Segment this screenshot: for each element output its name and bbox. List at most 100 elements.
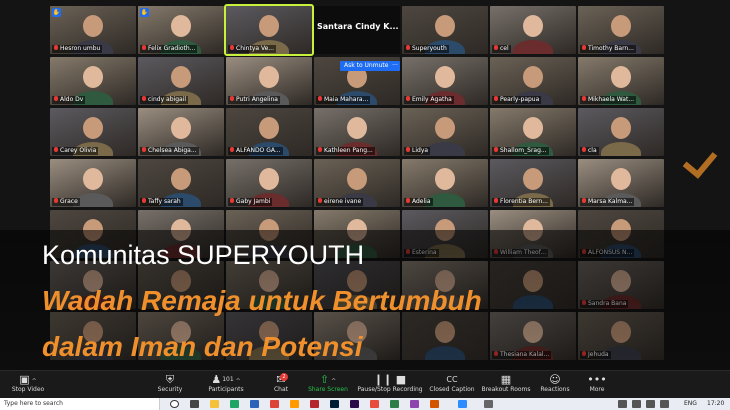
battery-icon[interactable] — [646, 400, 655, 408]
participant-tile[interactable]: Kathleen Pang... — [314, 108, 400, 156]
participant-tile[interactable]: Aldo Dv — [50, 57, 136, 105]
participant-tile[interactable]: eirene ivane — [314, 159, 400, 207]
caption-subtitle-line2: dalam Iman dan Potensi — [42, 331, 363, 362]
muted-mic-icon — [230, 147, 234, 152]
app-icon[interactable] — [370, 400, 379, 408]
muted-mic-icon — [582, 45, 586, 50]
pause-icon: ❙❙ ■ — [373, 373, 407, 386]
participant-video — [83, 15, 103, 37]
zoom-app-icon[interactable] — [458, 400, 467, 408]
participant-tile[interactable]: Putri Angelina — [226, 57, 312, 105]
security-button[interactable]: ⛨ Security — [158, 373, 183, 398]
participant-tile[interactable]: Pearly-papua — [490, 57, 576, 105]
participant-tile[interactable]: cindy abigail — [138, 57, 224, 105]
grid-icon: ▦ — [500, 373, 512, 386]
participant-name-label: cindy abigail — [140, 96, 189, 104]
participant-video — [259, 15, 279, 37]
chrome-icon[interactable] — [270, 400, 279, 408]
participant-tile[interactable]: Superyouth — [402, 6, 488, 54]
participant-video — [523, 168, 543, 190]
file-explorer-icon[interactable] — [210, 400, 219, 408]
closed-caption-button[interactable]: CC Closed Caption — [429, 373, 474, 398]
reactions-button[interactable]: ☺ Reactions — [540, 373, 569, 398]
participant-video — [259, 168, 279, 190]
more-button[interactable]: ••• More — [587, 373, 606, 398]
participant-name: Taffy sarah — [148, 198, 181, 205]
participant-tile[interactable]: Carey Olivia — [50, 108, 136, 156]
participant-tile[interactable]: Mikhaela Wat... — [578, 57, 664, 105]
acrobat-icon[interactable] — [310, 400, 319, 408]
participant-name: cla — [588, 147, 597, 154]
participant-name-label: Grace — [52, 198, 80, 206]
participant-name-label: Carey Olivia — [52, 147, 99, 155]
participant-tile[interactable]: Grace — [50, 159, 136, 207]
illustrator-icon[interactable] — [290, 400, 299, 408]
app-icon[interactable] — [410, 400, 419, 408]
participant-tile[interactable]: Shallom_Srag... — [490, 108, 576, 156]
participant-name: Mikhaela Wat... — [588, 96, 635, 103]
participant-tile[interactable]: Marsa Kalma... — [578, 159, 664, 207]
raised-hand-icon: ✋ — [52, 8, 61, 17]
participant-name: Aldo Dv — [60, 96, 84, 103]
participant-name: Chintya Ve... — [236, 45, 275, 52]
muted-mic-icon — [494, 147, 498, 152]
participant-tile[interactable]: Emily Agatha — [402, 57, 488, 105]
participants-button[interactable]: ♟101 ^ Participants — [208, 373, 243, 398]
participant-tile[interactable]: cla — [578, 108, 664, 156]
participant-video — [171, 15, 191, 37]
edge-icon[interactable] — [230, 400, 239, 408]
participant-name: Carey Olivia — [60, 147, 97, 154]
stop-video-button[interactable]: ▣ ^ Stop Video — [12, 373, 44, 398]
participant-name: Felix Gradioth... — [148, 45, 196, 52]
participant-name: Maia Mahara... — [324, 96, 369, 103]
onedrive-icon[interactable] — [660, 400, 669, 408]
taskbar-search-input[interactable]: Type here to search — [0, 398, 160, 410]
participant-tile[interactable]: ALFANDO GA... — [226, 108, 312, 156]
muted-mic-icon — [406, 147, 410, 152]
participant-tile[interactable]: Adelia — [402, 159, 488, 207]
muted-mic-icon — [318, 147, 322, 152]
language-indicator[interactable]: ENG — [684, 398, 697, 410]
breakout-rooms-button[interactable]: ▦ Breakout Rooms — [481, 373, 530, 398]
participant-tile[interactable]: Chelsea Abiga... — [138, 108, 224, 156]
app-icon[interactable] — [390, 400, 399, 408]
participant-video — [83, 117, 103, 139]
chat-badge: 2 — [280, 373, 288, 381]
mail-icon[interactable] — [250, 400, 259, 408]
muted-mic-icon — [582, 147, 586, 152]
clock[interactable]: 17:20 — [707, 398, 724, 410]
participant-tile[interactable]: Gaby Jambi — [226, 159, 312, 207]
cc-icon: CC — [446, 375, 458, 384]
task-view-icon[interactable] — [190, 400, 199, 408]
muted-mic-icon — [582, 96, 586, 101]
participant-tile[interactable]: Florentia Bern... — [490, 159, 576, 207]
participant-name-label: Chelsea Abiga... — [140, 147, 199, 155]
pause-stop-recording-button[interactable]: ❙❙ ■ Pause/Stop Recording — [357, 373, 422, 398]
network-icon[interactable] — [618, 400, 627, 408]
participant-tile[interactable]: Lidya — [402, 108, 488, 156]
muted-mic-icon — [318, 198, 322, 203]
participant-name-label: Aldo Dv — [52, 96, 86, 104]
participant-name: eirene ivane — [324, 198, 362, 205]
participant-name-label: Timothy Barn... — [580, 45, 636, 53]
more-options-button[interactable]: ··· — [390, 61, 400, 71]
chat-button[interactable]: ✉ 2 Chat — [266, 373, 296, 398]
participant-tile[interactable]: ✋ Felix Gradioth... — [138, 6, 224, 54]
participant-tile[interactable]: Timothy Barn... — [578, 6, 664, 54]
participant-tile[interactable]: cel — [490, 6, 576, 54]
participant-tile[interactable]: Santara Cindy K... — [314, 6, 400, 54]
ask-to-unmute-button[interactable]: Ask to Unmute — [340, 61, 393, 71]
volume-icon[interactable] — [632, 400, 641, 408]
participant-name-label: Marsa Kalma... — [580, 198, 635, 206]
participant-video — [259, 117, 279, 139]
participant-tile[interactable]: ✋ Hesron umbu — [50, 6, 136, 54]
share-screen-button[interactable]: ⇧ ^ Share Screen — [308, 373, 348, 398]
participant-name-label: cel — [492, 45, 511, 53]
cortana-icon[interactable] — [170, 400, 179, 408]
participant-tile[interactable]: Taffy sarah — [138, 159, 224, 207]
app-icon[interactable] — [430, 400, 439, 408]
participant-tile[interactable]: Chintya Ve... — [224, 4, 314, 56]
photoshop-icon[interactable] — [330, 400, 339, 408]
settings-gear-icon[interactable] — [484, 400, 493, 408]
premiere-icon[interactable] — [350, 400, 359, 408]
